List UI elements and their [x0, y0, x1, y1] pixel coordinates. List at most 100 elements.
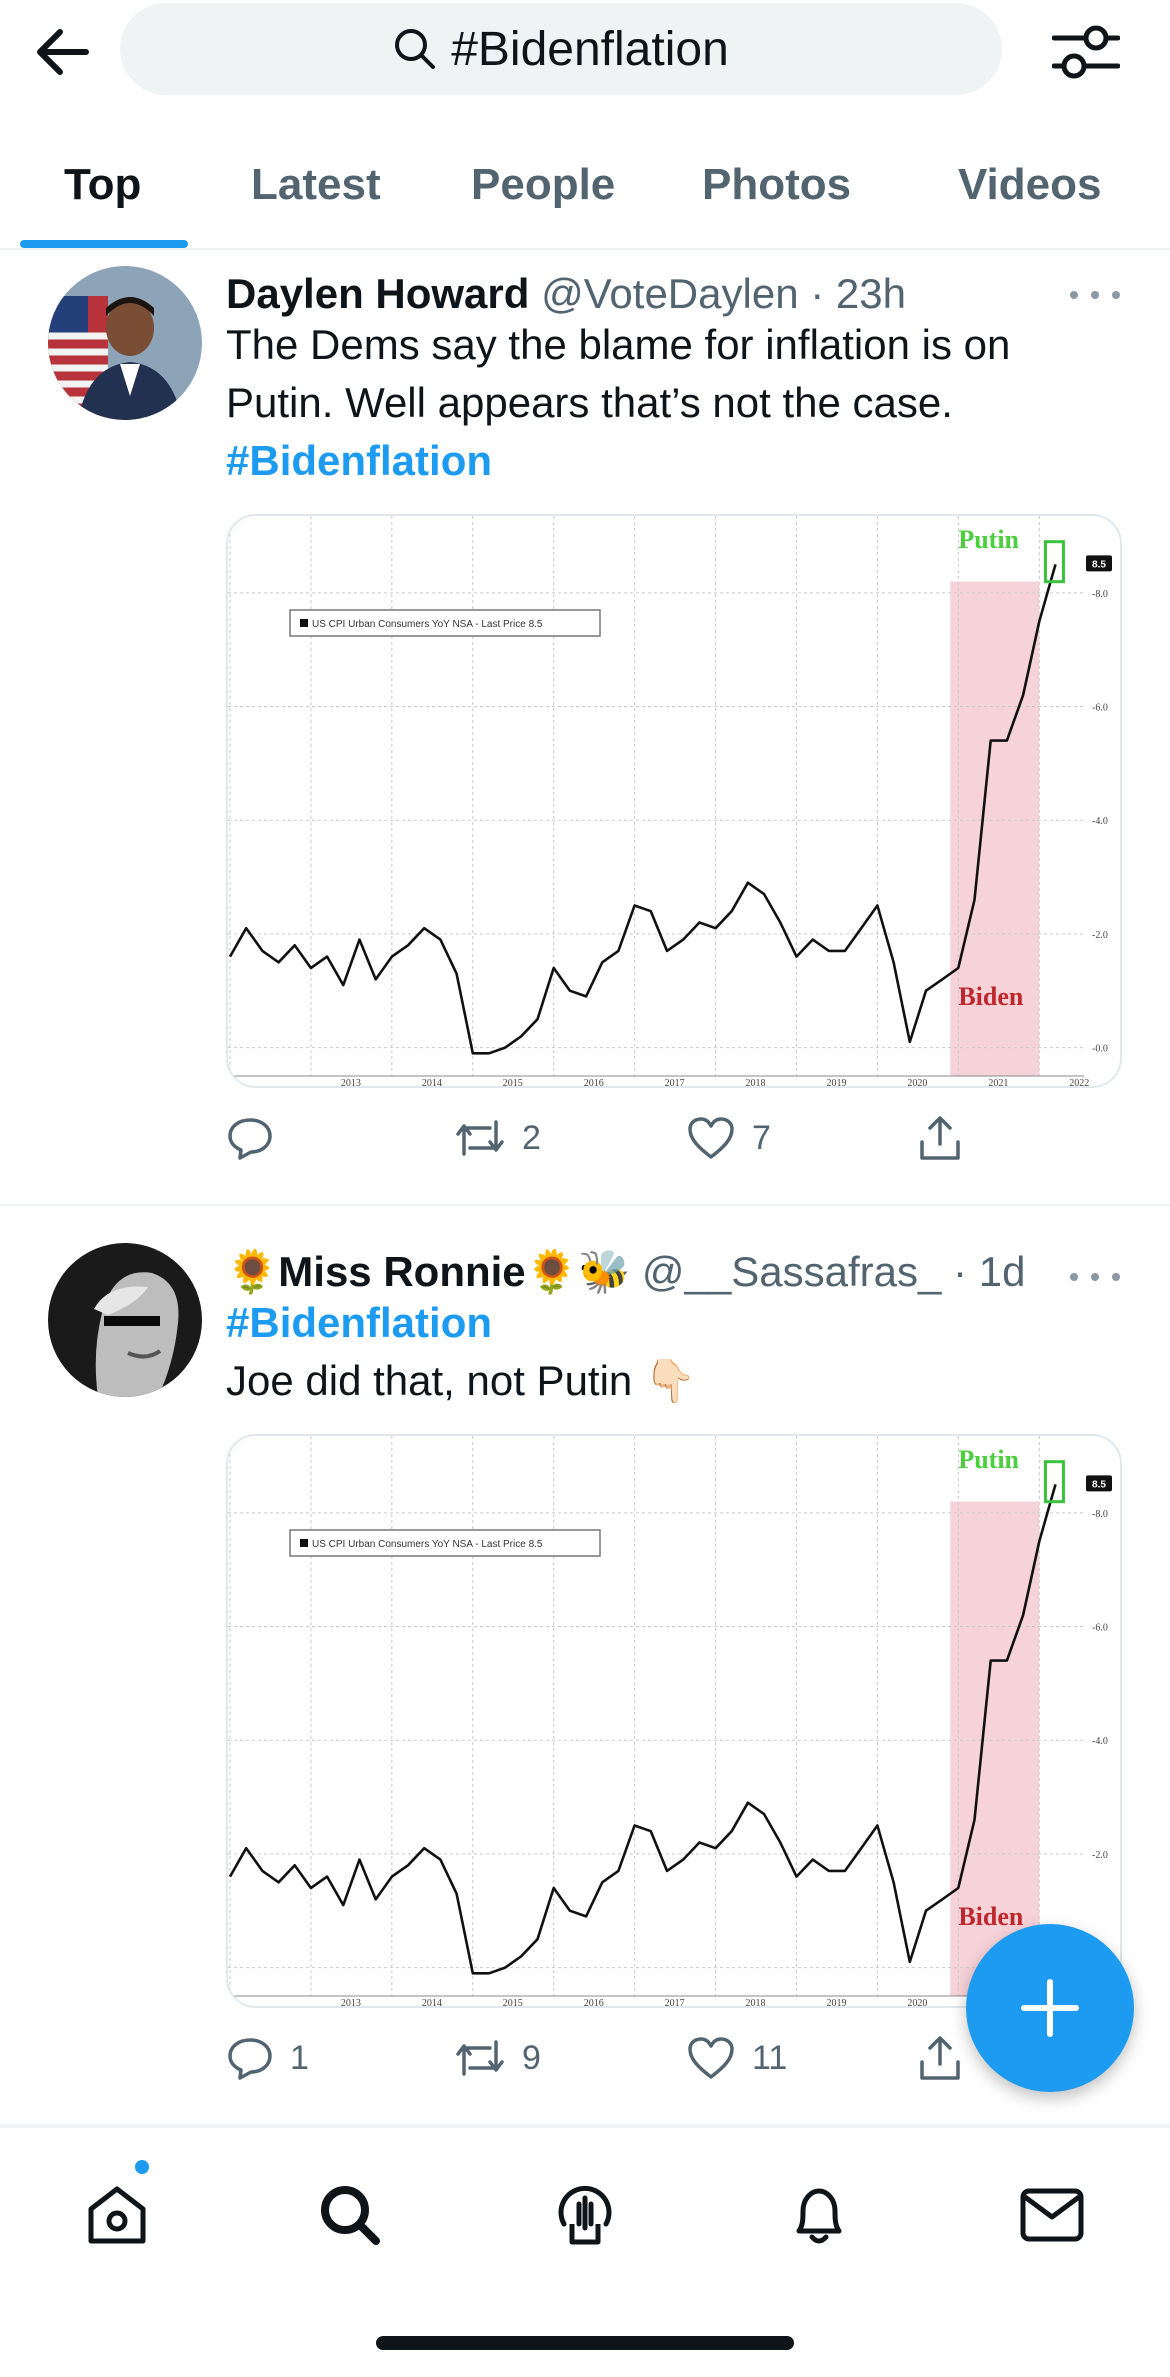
- retweet-count: 2: [522, 1118, 541, 1157]
- avatar[interactable]: [48, 266, 202, 420]
- legend-swatch: [300, 619, 308, 627]
- more-options-button[interactable]: [1070, 1262, 1120, 1292]
- nav-spaces[interactable]: [540, 2170, 630, 2260]
- x-tick-label: 2015: [503, 1998, 523, 2008]
- y-tick-label: -8.0: [1092, 589, 1108, 600]
- x-tick-label: 12: [228, 1998, 235, 2008]
- home-icon: [88, 2186, 146, 2244]
- x-tick-label: 2015: [503, 1078, 523, 1088]
- x-tick-label: 2020: [907, 1078, 927, 1088]
- y-tick-label: -0.0: [1092, 1044, 1108, 1055]
- arrow-left-icon: [37, 29, 89, 75]
- tweet-header: Daylen Howard @VoteDaylen · 23h: [226, 270, 906, 318]
- search-query: #Bidenflation: [451, 22, 729, 76]
- nav-notifications[interactable]: [774, 2170, 864, 2260]
- tweet-media-chart[interactable]: -0.0-2.0-4.0-6.0-8.012201320142015201620…: [226, 1434, 1122, 2008]
- tweet-text-line: Putin. Well appears that’s not the case.: [226, 379, 953, 426]
- avatar-image: [48, 266, 202, 420]
- nav-messages[interactable]: [1007, 2170, 1097, 2260]
- tweet-media-chart[interactable]: -0.0 -2.0 -4.0 -6.0 -8.0 12 2013 2014 2015 2016 20…: [226, 514, 1122, 1088]
- share-icon: [920, 2036, 960, 2080]
- tweet-actions: 1 9 11: [226, 2028, 986, 2088]
- legend-swatch: [300, 1539, 308, 1547]
- hashtag-link[interactable]: #Bidenflation: [226, 1294, 1126, 1352]
- tweet-text-line: Joe did that, not Putin: [226, 1357, 633, 1404]
- like-button[interactable]: 7: [686, 1108, 771, 1168]
- reply-icon: [228, 1118, 272, 1160]
- retweet-button[interactable]: 2: [454, 1108, 541, 1168]
- tab-latest[interactable]: Latest: [251, 160, 381, 210]
- biden-annotation: Biden: [958, 1902, 1024, 1931]
- x-tick-label: 2020: [907, 1998, 927, 2008]
- search-settings-button[interactable]: [1050, 18, 1122, 86]
- tab-videos[interactable]: Videos: [958, 160, 1101, 210]
- heart-icon: [688, 2037, 734, 2079]
- y-tick-label: -2.0: [1092, 1850, 1108, 1861]
- legend-label: US CPI Urban Consumers YoY NSA - Last Pr…: [312, 1539, 543, 1550]
- tweet-text-line: The Dems say the blame for inflation is …: [226, 321, 1011, 368]
- avatar[interactable]: [48, 1243, 202, 1397]
- putin-annotation: Putin: [958, 525, 1019, 554]
- tab-top[interactable]: Top: [64, 160, 141, 210]
- x-tick-label: 2021: [988, 1078, 1008, 1088]
- user-handle[interactable]: @__Sassafras_: [642, 1248, 941, 1295]
- retweet-icon: [456, 1120, 504, 1156]
- hashtag-link[interactable]: #Bidenflation: [226, 432, 1126, 490]
- like-count: 11: [752, 2038, 788, 2077]
- x-tick-label: 2014: [422, 1078, 442, 1088]
- x-tick-label: 2014: [422, 1998, 442, 2008]
- user-handle[interactable]: @VoteDaylen: [541, 270, 798, 317]
- cpi-chart: -0.0 -2.0 -4.0 -6.0 -8.0 12 2013 2014 2015 2016 20…: [228, 516, 1120, 1088]
- retweet-count: 9: [522, 2038, 541, 2077]
- share-button[interactable]: [916, 1108, 964, 1168]
- compose-tweet-button[interactable]: [966, 1924, 1134, 2092]
- x-tick-label: 2013: [341, 1078, 361, 1088]
- retweet-icon: [456, 2040, 504, 2076]
- home-indicator: [376, 2336, 794, 2350]
- x-tick-label: 2017: [665, 1078, 685, 1088]
- x-tick-label: 2018: [746, 1998, 766, 2008]
- cpi-chart: -0.0-2.0-4.0-6.0-8.012201320142015201620…: [228, 1436, 1120, 2008]
- last-value-label: 8.5: [1092, 1479, 1106, 1490]
- display-name[interactable]: 🌻Miss Ronnie🌻🐝: [226, 1248, 630, 1295]
- reply-icon: [228, 2038, 272, 2080]
- reply-count: 1: [290, 2038, 309, 2077]
- reply-button[interactable]: [226, 1108, 290, 1168]
- back-button[interactable]: [30, 20, 94, 84]
- like-button[interactable]: 11: [686, 2028, 787, 2088]
- y-tick-label: -2.0: [1092, 930, 1108, 941]
- y-tick-label: -4.0: [1092, 816, 1108, 827]
- x-tick-label: 2019: [826, 1078, 846, 1088]
- y-tick-label: -6.0: [1092, 703, 1108, 714]
- y-tick-label: -4.0: [1092, 1736, 1108, 1747]
- pointing-down-emoji: 👇🏻: [643, 1357, 697, 1404]
- envelope-icon: [1020, 2188, 1084, 2242]
- x-tick-label: 2016: [584, 1078, 604, 1088]
- putin-annotation: Putin: [958, 1445, 1019, 1474]
- tweet[interactable]: Daylen Howard @VoteDaylen · 23h The Dems…: [0, 250, 1170, 1206]
- plus-icon: [1021, 1979, 1079, 2037]
- nav-search[interactable]: [305, 2170, 395, 2260]
- tweet-time: 23h: [835, 270, 906, 317]
- avatar-image: [48, 1243, 202, 1397]
- search-icon: [321, 2186, 380, 2245]
- more-options-button[interactable]: [1070, 280, 1120, 310]
- reply-button[interactable]: 1: [226, 2028, 309, 2088]
- display-name[interactable]: Daylen Howard: [226, 270, 529, 317]
- tab-photos[interactable]: Photos: [702, 160, 851, 210]
- legend-label: US CPI Urban Consumers YoY NSA - Last Pr…: [312, 619, 543, 630]
- spaces-icon: [558, 2185, 612, 2245]
- share-button[interactable]: [916, 2028, 964, 2088]
- search-tabs: Top Latest People Photos Videos: [0, 140, 1170, 250]
- tweet-text: The Dems say the blame for inflation is …: [226, 316, 1126, 490]
- x-tick-label: 2022: [1069, 1078, 1089, 1088]
- biden-annotation: Biden: [958, 982, 1024, 1011]
- x-tick-label: 2016: [584, 1998, 604, 2008]
- tweet-time: 1d: [978, 1248, 1026, 1295]
- nav-home[interactable]: [72, 2170, 162, 2260]
- share-icon: [920, 1116, 960, 1160]
- search-input[interactable]: #Bidenflation: [120, 3, 1002, 95]
- retweet-button[interactable]: 9: [454, 2028, 541, 2088]
- tab-people[interactable]: People: [471, 160, 615, 210]
- x-tick-label: 12: [228, 1078, 235, 1088]
